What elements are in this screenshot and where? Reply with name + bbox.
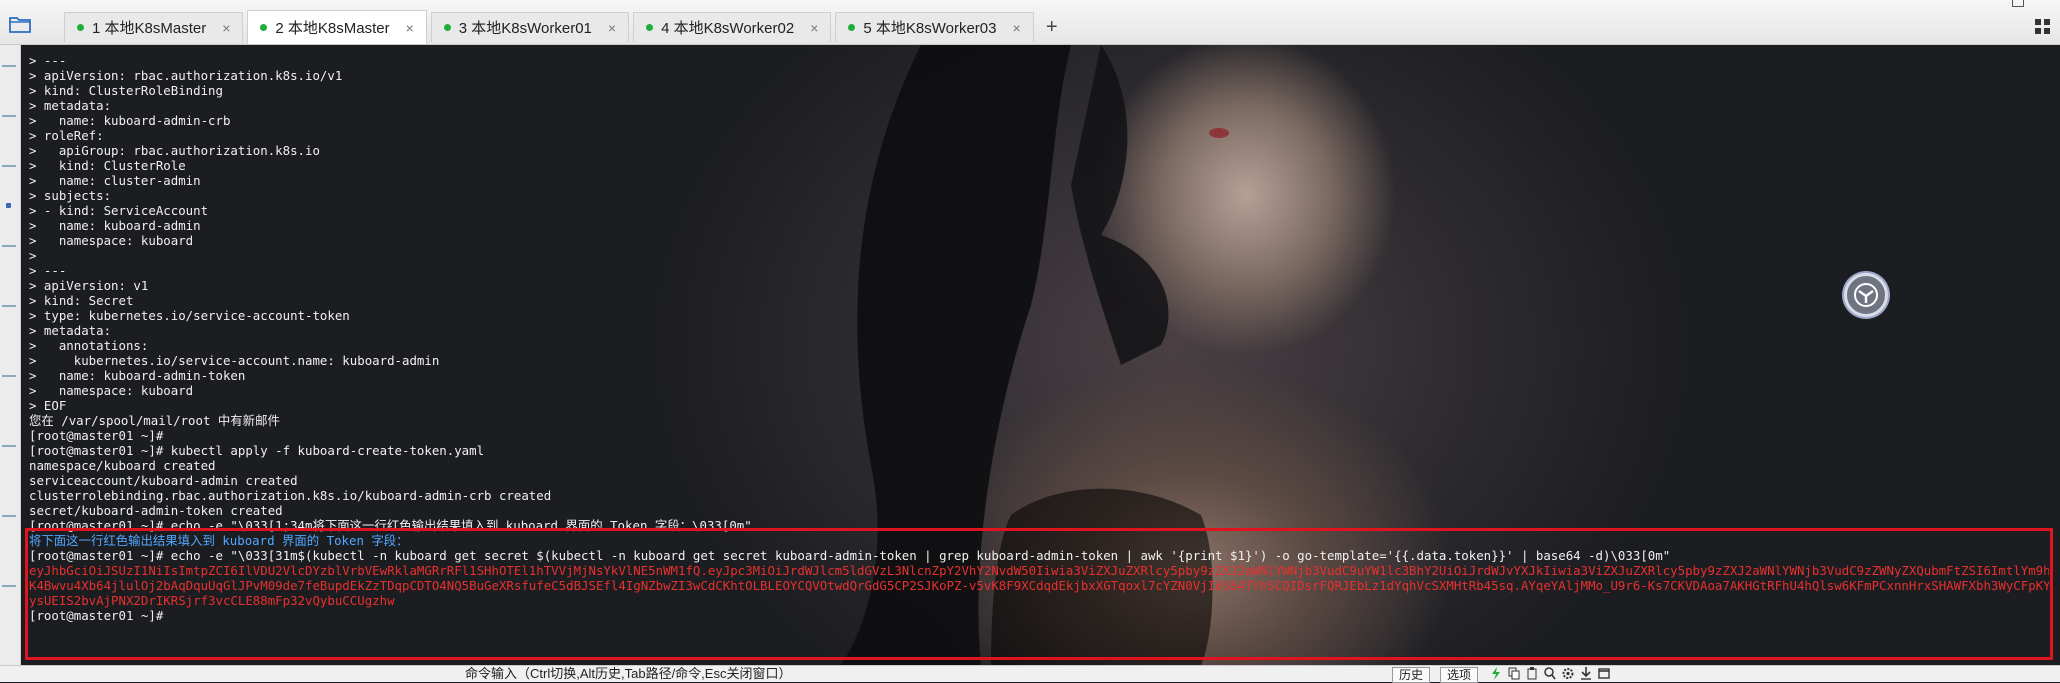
terminal-line: [root@master01 ~]# <box>29 428 164 443</box>
gutter-marker <box>2 115 16 117</box>
terminal-line: > name: cluster-admin <box>29 173 201 188</box>
tab-label: 5 本地K8sWorker03 <box>863 20 997 37</box>
status-dot-icon <box>443 24 451 31</box>
tab-label: 1 本地K8sMaster <box>92 20 207 37</box>
terminal-line: > --- <box>29 263 67 278</box>
grid-icon[interactable] <box>2034 18 2052 36</box>
tab-1[interactable]: 1 本地K8sMaster × <box>64 12 244 42</box>
window-icon[interactable] <box>1598 667 1610 680</box>
tab-label: 3 本地K8sWorker01 <box>458 20 592 37</box>
download-icon[interactable] <box>1580 667 1592 680</box>
terminal-line: [root@master01 ~]# kubectl apply -f kubo… <box>29 443 485 458</box>
terminal-line: serviceaccount/kuboard-admin created <box>29 473 298 488</box>
command-input-hint[interactable]: 命令输入（Ctrl切换,Alt历史,Tab路径/命令,Esc关闭窗口） <box>465 666 791 682</box>
terminal-line: > kind: Secret <box>29 293 134 308</box>
tab-5[interactable]: 5 本地K8sWorker03 × <box>835 12 1034 42</box>
terminal-line: > metadata: <box>29 323 112 338</box>
token-output-line: ysUEIS2bvAjPNX2DrIKRSjrf3vcCLE88mFp32vQy… <box>29 593 395 608</box>
terminal-line: > subjects: <box>29 188 112 203</box>
terminal-line: [root@master01 ~]# echo -e "\033[1;34m将下… <box>29 518 752 533</box>
terminal-output: > --- > apiVersion: rbac.authorization.k8… <box>29 53 2049 623</box>
gutter-marker <box>2 375 16 377</box>
copy-icon[interactable] <box>1508 667 1520 680</box>
gutter-marker <box>2 585 16 587</box>
status-dot-icon <box>77 24 84 31</box>
terminal-line: > annotations: <box>29 338 149 353</box>
lightning-icon[interactable] <box>1490 667 1502 680</box>
instruction-line: 将下面这一行红色输出结果填入到 kuboard 界面的 Token 字段： <box>29 533 409 548</box>
terminal-line: secret/kuboard-admin-token created <box>29 503 283 518</box>
floating-assistant-icon[interactable] <box>1844 273 1888 317</box>
terminal-line: 您在 /var/spool/mail/root 中有新邮件 <box>29 413 280 428</box>
tab-3[interactable]: 3 本地K8sWorker01 × <box>430 12 630 42</box>
token-output-line: K4Bwvu4Xb64jlulOj2bAqDquUqGlJPvM09de7feB… <box>29 578 2049 593</box>
tab-close-button[interactable]: × <box>1012 20 1020 36</box>
terminal-line: > type: kubernetes.io/service-account-to… <box>29 308 350 323</box>
terminal-line: > - kind: ServiceAccount <box>29 203 209 218</box>
add-tab-button[interactable]: + <box>1038 12 1066 42</box>
status-dot-icon <box>848 24 856 31</box>
gutter-marker <box>2 515 16 517</box>
tab-close-button[interactable]: × <box>222 20 230 36</box>
terminal-line: > apiVersion: rbac.authorization.k8s.io/… <box>29 68 343 83</box>
terminal-line: > EOF <box>29 398 67 413</box>
terminal-line: > namespace: kuboard <box>29 383 194 398</box>
status-bar: 命令输入（Ctrl切换,Alt历史,Tab路径/命令,Esc关闭窗口） 历史 选… <box>0 665 2060 683</box>
gutter-marker <box>2 65 16 67</box>
tab-close-button[interactable]: × <box>406 20 414 36</box>
tab-bar: 1 本地K8sMaster × 2 本地K8sMaster × 3 本地K8sWorke… <box>0 0 2060 45</box>
gutter-marker <box>2 445 16 447</box>
gutter-marker <box>2 245 16 247</box>
folder-icon[interactable] <box>0 4 40 44</box>
window-restore-icon[interactable] <box>2012 0 2024 7</box>
terminal-line: > <box>29 248 37 263</box>
terminal-line: > name: kuboard-admin-crb <box>29 113 231 128</box>
tab-label: 4 本地K8sWorker02 <box>661 20 795 37</box>
terminal-line: > kind: ClusterRole <box>29 158 186 173</box>
terminal-line: namespace/kuboard created <box>29 458 216 473</box>
tab-2[interactable]: 2 本地K8sMaster × <box>247 10 427 44</box>
terminal-line: clusterrolebinding.rbac.authorization.k8… <box>29 488 552 503</box>
paste-icon[interactable] <box>1526 667 1538 680</box>
terminal-line: > apiVersion: v1 <box>29 278 149 293</box>
terminal-line: > kubernetes.io/service-account.name: ku… <box>29 353 440 368</box>
status-dot-icon <box>260 24 268 31</box>
tab-label: 2 本地K8sMaster <box>275 20 390 37</box>
gutter-marker <box>2 305 16 307</box>
gutter-marker <box>6 203 11 208</box>
terminal-line: > metadata: <box>29 98 112 113</box>
terminal-line: > name: kuboard-admin-token <box>29 368 246 383</box>
terminal-line: > namespace: kuboard <box>29 233 194 248</box>
terminal-line: > --- <box>29 53 67 68</box>
left-gutter <box>0 45 21 665</box>
settings-icon[interactable] <box>1562 667 1574 680</box>
terminal-line: > apiGroup: rbac.authorization.k8s.io <box>29 143 320 158</box>
tab-close-button[interactable]: × <box>810 20 818 36</box>
status-dot-icon <box>646 24 654 31</box>
terminal-area[interactable]: > --- > apiVersion: rbac.authorization.k8… <box>21 45 2060 665</box>
terminal-line: > name: kuboard-admin <box>29 218 201 233</box>
terminal-line: > kind: ClusterRoleBinding <box>29 83 223 98</box>
prompt-line: [root@master01 ~]# <box>29 608 164 623</box>
terminal-line: > roleRef: <box>29 128 104 143</box>
token-output-line: eyJhbGciOiJSUzI1NiIsImtpZCI6IlVDU2VlcDYz… <box>29 563 2049 578</box>
gutter-marker <box>2 165 16 167</box>
command-line: [root@master01 ~]# echo -e "\033[31m$(ku… <box>29 548 1671 563</box>
tab-close-button[interactable]: × <box>608 20 616 36</box>
search-icon[interactable] <box>1544 667 1556 680</box>
tab-4[interactable]: 4 本地K8sWorker02 × <box>633 12 832 42</box>
